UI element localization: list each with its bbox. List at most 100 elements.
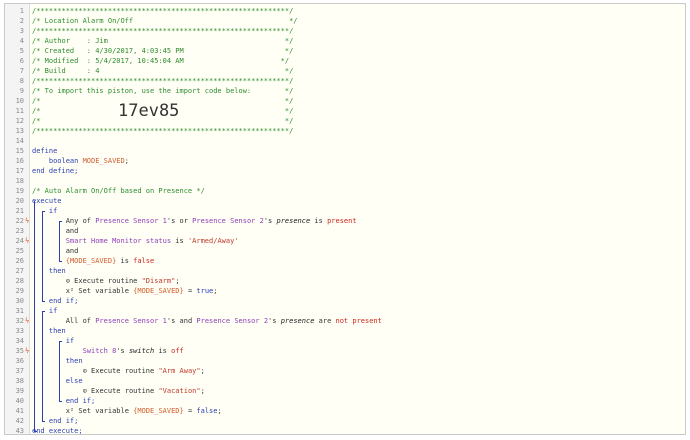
code-token: end if; bbox=[65, 397, 96, 405]
code-line[interactable]: /***************************************… bbox=[32, 126, 293, 136]
code-line[interactable]: execute bbox=[32, 196, 62, 206]
lightning-bolt-icon: ϟ bbox=[25, 237, 30, 245]
code-line[interactable]: boolean MODE_SAVED; bbox=[32, 156, 129, 166]
code-token: /* Auto Alarm On/Off based on Presence *… bbox=[32, 187, 205, 195]
line-number: 1 bbox=[19, 7, 24, 15]
code-line[interactable]: end if; bbox=[32, 416, 79, 426]
code-line[interactable]: /* Build : 4 */ bbox=[32, 66, 293, 76]
line-number-gutter: 1 2 3 4 5 6 7 8 9 10 11 12 13 14 15 16 17 18 19 20 21 22 ϟ 23 24… bbox=[5, 4, 30, 434]
lightning-bolt-icon: ϟ bbox=[25, 217, 30, 225]
line-number: 22 bbox=[15, 217, 24, 225]
code-token: if bbox=[65, 337, 75, 345]
block-guide-cap bbox=[34, 431, 37, 432]
code-line[interactable]: ⊙ Execute routine "Vacation"; bbox=[32, 386, 205, 396]
code-token: /***************************************… bbox=[32, 7, 294, 15]
code-line[interactable]: /***************************************… bbox=[32, 76, 293, 86]
code-token: ; bbox=[200, 387, 205, 395]
code-line[interactable]: ⊙ Execute routine "Arm Away"; bbox=[32, 366, 205, 376]
code-token: end if; bbox=[48, 297, 79, 305]
code-token: if bbox=[48, 207, 58, 215]
code-line[interactable]: x² Set variable {MODE_SAVED} = true; bbox=[32, 286, 218, 296]
code-line[interactable]: All of Presence Sensor 1's and Presence … bbox=[32, 316, 382, 326]
line-number: 7 bbox=[19, 67, 24, 75]
code-token: if bbox=[48, 307, 58, 315]
code-token: /***************************************… bbox=[32, 127, 294, 135]
code-token: presence bbox=[280, 317, 315, 325]
block-guide-cap bbox=[42, 211, 46, 212]
code-token: /* Modified : 5/4/2017, 10:45:04 AM */ bbox=[32, 57, 290, 65]
code-line[interactable]: if bbox=[32, 336, 74, 346]
block-guide-cap bbox=[42, 421, 46, 422]
code-line[interactable]: then bbox=[32, 356, 83, 366]
line-number: 31 bbox=[15, 307, 24, 315]
line-number: 16 bbox=[15, 157, 24, 165]
code-token: then bbox=[48, 327, 66, 335]
line-number: 9 bbox=[19, 87, 24, 95]
lightning-bolt-icon: ϟ bbox=[25, 347, 30, 355]
code-line[interactable]: define bbox=[32, 146, 57, 156]
code-line[interactable]: {MODE_SAVED} is false bbox=[32, 256, 155, 266]
code-token: ; bbox=[213, 287, 218, 295]
block-guide-cap bbox=[59, 261, 63, 262]
code-line[interactable]: /* Author : Jim */ bbox=[32, 36, 293, 46]
import-code[interactable]: 17ev85 bbox=[118, 101, 179, 121]
code-token: Execute routine bbox=[86, 367, 159, 375]
code-line[interactable]: Smart Home Monitor status is 'Armed/Away… bbox=[32, 236, 239, 246]
line-number: 38 bbox=[15, 377, 24, 385]
code-line[interactable]: x² Set variable {MODE_SAVED} = false; bbox=[32, 406, 222, 416]
code-line[interactable]: /* Modified : 5/4/2017, 10:45:04 AM */ bbox=[32, 56, 289, 66]
piston-code-editor: 1 2 3 4 5 6 7 8 9 10 11 12 13 14 15 16 17 18 19 20 21 22 ϟ 23 24… bbox=[4, 3, 686, 435]
code-token: end if; bbox=[48, 417, 79, 425]
line-number: 15 bbox=[15, 147, 24, 155]
code-line[interactable]: Switch 8's switch is off bbox=[32, 346, 184, 356]
code-token: present bbox=[327, 217, 357, 225]
code-line[interactable]: and bbox=[32, 246, 79, 256]
code-line[interactable]: else bbox=[32, 376, 83, 386]
code-token: Presence Sensor 2 bbox=[192, 217, 264, 225]
code-token: then bbox=[48, 267, 66, 275]
line-number: 33 bbox=[15, 327, 24, 335]
code-token: is bbox=[171, 237, 188, 245]
code-token: is bbox=[116, 257, 134, 265]
code-token: execute bbox=[32, 197, 62, 205]
code-token: switch bbox=[128, 347, 155, 355]
line-number: 6 bbox=[19, 57, 24, 65]
code-token: "Vacation" bbox=[158, 387, 201, 395]
code-token: false bbox=[196, 407, 218, 415]
code-line[interactable]: end define; bbox=[32, 166, 78, 176]
line-number: 28 bbox=[15, 277, 24, 285]
line-number: 36 bbox=[15, 357, 24, 365]
line-number: 35 bbox=[15, 347, 24, 355]
code-token: /***************************************… bbox=[32, 77, 294, 85]
code-token: Presence Sensor 1 bbox=[95, 317, 167, 325]
line-number: 29 bbox=[15, 287, 24, 295]
code-line[interactable]: Any of Presence Sensor 1's or Presence S… bbox=[32, 216, 357, 226]
code-line[interactable]: ⊙ Execute routine "Disarm"; bbox=[32, 276, 180, 286]
code-token: "Disarm" bbox=[141, 277, 176, 285]
code-token: "Arm Away" bbox=[158, 367, 201, 375]
code-token: is bbox=[310, 217, 328, 225]
code-line[interactable]: /* Created : 4/30/2017, 4:03:45 PM */ bbox=[32, 46, 293, 56]
line-number: 40 bbox=[15, 397, 24, 405]
code-line[interactable]: /* Auto Alarm On/Off based on Presence *… bbox=[32, 186, 205, 196]
code-token: Smart Home Monitor status bbox=[65, 237, 172, 245]
code-line[interactable]: /***************************************… bbox=[32, 6, 293, 16]
code-line[interactable]: /* To import this piston, use the import… bbox=[32, 86, 293, 96]
block-guide-cap bbox=[59, 401, 63, 402]
code-line[interactable]: then bbox=[32, 266, 66, 276]
code-line[interactable]: end if; bbox=[32, 296, 79, 306]
code-token: end define; bbox=[32, 167, 79, 175]
code-line[interactable]: /***************************************… bbox=[32, 26, 293, 36]
line-number: 39 bbox=[15, 387, 24, 395]
code-line[interactable]: end execute; bbox=[32, 426, 83, 434]
line-number: 26 bbox=[15, 257, 24, 265]
line-number: 11 bbox=[15, 107, 24, 115]
code-line[interactable]: /* Location Alarm On/Off */ bbox=[32, 16, 298, 26]
code-token: ; bbox=[175, 277, 180, 285]
code-line[interactable]: then bbox=[32, 326, 66, 336]
code-line[interactable]: and bbox=[32, 226, 79, 236]
